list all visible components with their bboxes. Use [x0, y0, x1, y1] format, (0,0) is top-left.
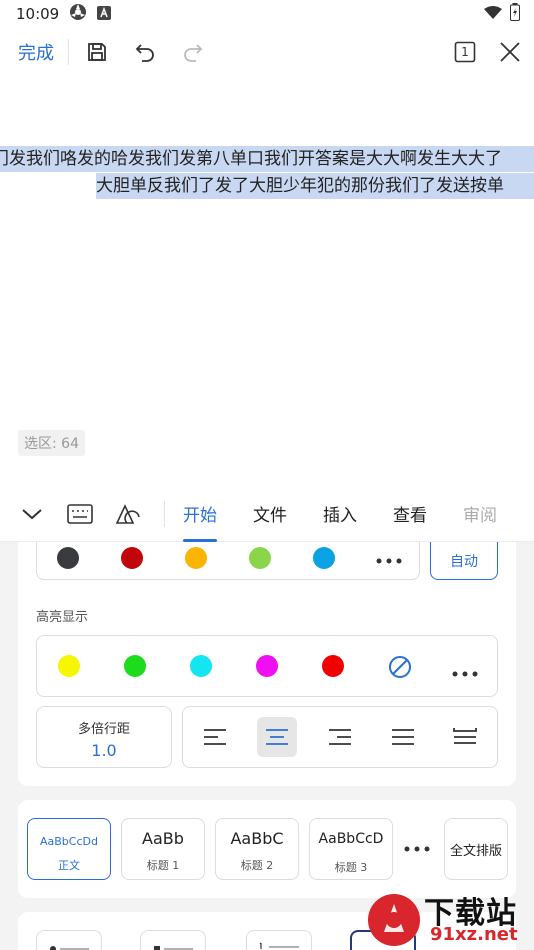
tab-review[interactable]: 审阅	[463, 486, 497, 542]
highlight-color-row	[36, 635, 498, 697]
font-color-swatch[interactable]	[57, 547, 79, 569]
page-count-icon[interactable]: 1	[454, 41, 476, 63]
site-watermark: 下载站 91xz.net	[364, 888, 534, 950]
alignment-group	[182, 706, 498, 768]
highlight-swatch[interactable]	[322, 655, 344, 677]
tab-divider	[164, 500, 165, 527]
redo-icon[interactable]	[177, 36, 209, 68]
style-sample: AaBbCcDd	[40, 835, 98, 848]
shapes-icon[interactable]	[114, 500, 142, 528]
style-label: 标题 2	[240, 859, 274, 872]
style-heading2-tile[interactable]: AaBbC 标题 2	[215, 818, 299, 880]
document-canvas[interactable]: 门发我们咯发的哈发我们发第八单口我们开答案是大大啊发生大大了 大胆单反我们了发了…	[0, 76, 534, 486]
font-color-swatch[interactable]	[185, 547, 207, 569]
status-time: 10:09	[16, 5, 60, 23]
style-sample: AaBb	[142, 829, 184, 848]
style-label: 正文	[58, 859, 80, 872]
style-sample: AaBbCcD	[318, 831, 384, 847]
line-spacing-title: 多倍行距	[77, 722, 130, 737]
align-right-icon[interactable]	[320, 717, 360, 757]
highlight-swatch[interactable]	[256, 655, 278, 677]
style-label: 标题 1	[146, 859, 180, 872]
highlight-swatch[interactable]	[58, 655, 80, 677]
distributed-align-icon[interactable]	[445, 717, 485, 757]
style-heading3-tile[interactable]: AaBbCcD 标题 3	[309, 818, 393, 880]
line-spacing-value: 1.0	[91, 741, 117, 760]
watermark-url: 91xz.net	[430, 924, 518, 945]
no-highlight-icon[interactable]	[388, 655, 412, 683]
full-text-layout-button[interactable]: 全文排版	[444, 818, 508, 880]
font-app-icon	[97, 5, 112, 24]
align-left-icon[interactable]	[195, 717, 235, 757]
font-color-swatch[interactable]	[121, 547, 143, 569]
tab-view[interactable]: 查看	[393, 486, 427, 542]
style-sample: AaBbC	[230, 829, 284, 848]
auto-color-button[interactable]: 自动	[430, 542, 498, 580]
panel-tab-bar: 开始 文件 插入 查看 审阅	[0, 486, 534, 542]
line-spacing-button[interactable]: 多倍行距 1.0	[36, 706, 172, 768]
wifi-icon	[484, 5, 502, 24]
format-panel: 开始 文件 插入 查看 审阅 自动 高亮显示 多倍行距 1.0 AaBbCcDd…	[0, 486, 534, 950]
collapse-chevron-icon[interactable]	[18, 500, 46, 528]
font-format-card: 自动 高亮显示 多倍行距 1.0	[18, 542, 516, 786]
toolbar-divider	[68, 39, 69, 65]
align-center-icon[interactable]	[257, 717, 297, 757]
keyboard-icon[interactable]	[66, 500, 94, 528]
font-color-row	[36, 542, 420, 580]
done-button[interactable]: 完成	[18, 39, 54, 65]
highlight-label: 高亮显示	[36, 610, 89, 625]
page-number: 1	[461, 45, 469, 59]
highlight-swatch[interactable]	[190, 655, 212, 677]
tab-insert[interactable]: 插入	[323, 486, 357, 542]
font-color-swatch[interactable]	[249, 547, 271, 569]
save-icon[interactable]	[81, 36, 113, 68]
more-icon[interactable]	[451, 663, 479, 682]
numbered-list-tile[interactable]	[246, 930, 312, 950]
watermark-logo-icon	[368, 894, 420, 946]
font-color-swatch[interactable]	[313, 547, 335, 569]
style-heading1-tile[interactable]: AaBb 标题 1	[121, 818, 205, 880]
document-text-line[interactable]: 门发我们咯发的哈发我们发第八单口我们开答案是大大啊发生大大了	[0, 146, 534, 172]
status-bar: 10:09	[0, 0, 534, 28]
more-icon[interactable]	[404, 838, 430, 857]
paragraph-styles-card: AaBbCcDd 正文 AaBb 标题 1 AaBbC 标题 2 AaBbCcD…	[18, 800, 516, 898]
document-text-line[interactable]: 大胆单反我们了发了大胆少年犯的那份我们了发送按单	[96, 173, 534, 199]
bullet-list-tile[interactable]	[36, 930, 102, 950]
tab-home[interactable]: 开始	[183, 486, 217, 542]
style-label: 标题 3	[334, 861, 368, 874]
highlight-swatch[interactable]	[124, 655, 146, 677]
style-body-tile[interactable]: AaBbCcDd 正文	[27, 818, 111, 880]
tab-file[interactable]: 文件	[253, 486, 287, 542]
more-icon[interactable]	[375, 550, 403, 569]
sync-icon	[69, 3, 87, 25]
editor-toolbar: 完成 1	[0, 28, 534, 76]
square-list-tile[interactable]	[140, 930, 206, 950]
battery-icon	[510, 3, 520, 25]
selection-count-badge: 选区: 64	[18, 430, 85, 456]
align-justify-icon[interactable]	[383, 717, 423, 757]
undo-icon[interactable]	[129, 36, 161, 68]
close-icon[interactable]	[494, 36, 526, 68]
